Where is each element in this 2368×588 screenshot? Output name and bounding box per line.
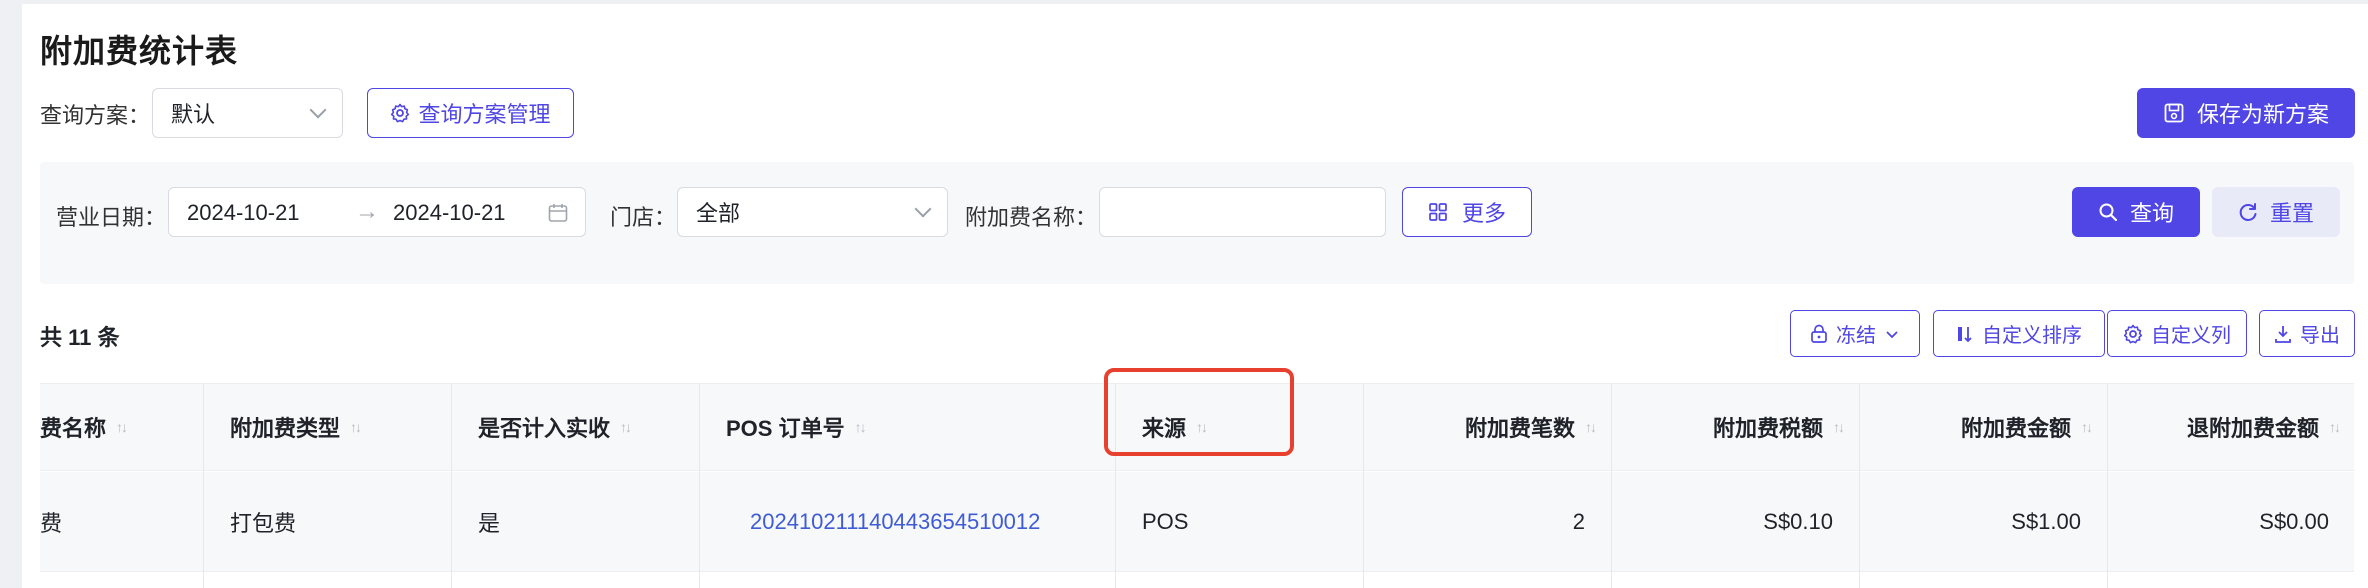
column-header-surcharge-name[interactable]: 费名称 ↑↓ (40, 383, 128, 471)
column-divider (451, 383, 452, 588)
sort-icon[interactable]: ↑↓ (855, 419, 867, 435)
save-new-scheme-button[interactable]: 保存为新方案 (2137, 88, 2355, 138)
cell-count-in-revenue: 是 (478, 511, 501, 536)
more-filters-button[interactable]: 更多 (1402, 187, 1532, 237)
gear-icon (2123, 324, 2143, 343)
scheme-select[interactable]: 默认 (152, 88, 343, 138)
reset-button[interactable]: 重置 (2212, 187, 2340, 237)
custom-sort-button[interactable]: 自定义排序 (1933, 310, 2105, 357)
sort-icon[interactable]: ↑↓ (1833, 419, 1845, 435)
scheme-manage-label: 查询方案管理 (418, 102, 551, 127)
store-select[interactable]: 全部 (677, 187, 948, 237)
column-divider (699, 383, 700, 588)
cell-source: POS (1142, 509, 1189, 534)
sort-icon[interactable]: ↑↓ (116, 419, 128, 435)
cell-surcharge-tax: S$0.10 (1763, 509, 1833, 534)
download-icon (2275, 325, 2291, 343)
chevron-down-icon (914, 200, 932, 218)
query-button[interactable]: 查询 (2072, 187, 2200, 237)
column-divider (1611, 383, 1612, 588)
sort-icon[interactable]: ↑↓ (350, 419, 362, 435)
cell-pos-order-link[interactable]: 20241021114044365451001​2 (750, 472, 1040, 572)
calendar-icon (548, 204, 568, 222)
custom-columns-label: 自定义列 (2151, 325, 2231, 347)
sort-icon[interactable]: ↑↓ (1585, 419, 1597, 435)
cell-refund-surcharge-amount: S$0.00 (2259, 509, 2329, 534)
column-header-pos-order-no[interactable]: POS 订单号 ↑↓ (726, 383, 867, 471)
export-label: 导出 (2300, 325, 2340, 347)
chevron-down-icon (309, 101, 327, 119)
column-header-surcharge-count[interactable]: 附加费笔数 ↑↓ (1465, 383, 1597, 471)
store-select-value: 全部 (696, 201, 741, 226)
top-gutter (22, 0, 2368, 4)
sort-icon[interactable]: ↑↓ (2081, 419, 2093, 435)
column-divider (2107, 383, 2108, 588)
reset-label: 重置 (2269, 201, 2314, 226)
surcharge-name-label: 附加费名称： (965, 205, 1098, 230)
freeze-dropdown-button[interactable]: 冻结 (1790, 310, 1920, 357)
lock-icon (1811, 324, 1827, 343)
search-icon (2099, 203, 2118, 222)
record-count: 共 11 条 (40, 325, 120, 350)
custom-sort-label: 自定义排序 (1982, 325, 2082, 347)
column-header-count-in-revenue[interactable]: 是否计入实收 ↑↓ (478, 383, 632, 471)
store-label: 门店： (610, 205, 677, 230)
highlight-annotation (1104, 368, 1294, 456)
freeze-label: 冻结 (1836, 325, 1876, 347)
sort-icon (1958, 326, 1972, 342)
column-header-surcharge-tax[interactable]: 附加费税额 ↑↓ (1713, 383, 1845, 471)
save-new-scheme-label: 保存为新方案 (2196, 102, 2329, 127)
business-date-range-picker[interactable]: 2024-10-21 → 2024-10-21 (168, 187, 586, 237)
business-date-label: 营业日期： (56, 205, 167, 230)
gear-icon (391, 103, 410, 123)
column-header-refund-surcharge-amount[interactable]: 退附加费金额 ↑↓ (2187, 383, 2341, 471)
export-button[interactable]: 导出 (2259, 310, 2355, 357)
chevron-down-icon (1886, 330, 1898, 338)
date-range-arrow: → (355, 198, 379, 225)
page-title: 附加费统计表 (40, 33, 239, 69)
save-icon (2164, 103, 2184, 123)
column-divider (203, 383, 204, 588)
cell-surcharge-name: 费 (40, 511, 63, 536)
scheme-manage-button[interactable]: 查询方案管理 (367, 88, 574, 138)
custom-columns-button[interactable]: 自定义列 (2107, 310, 2247, 357)
cell-surcharge-count: 2 (1572, 509, 1585, 534)
table-row (40, 472, 2354, 572)
refresh-icon (2239, 203, 2257, 221)
page: 附加费统计表 查询方案： 默认 查询方案管理 保存为新方案 营业日期： 2024… (0, 0, 2368, 588)
date-start: 2024-10-21 (187, 200, 300, 225)
cell-surcharge-type: 打包费 (230, 511, 297, 536)
table-row (40, 573, 2354, 588)
scheme-select-value: 默认 (171, 102, 216, 127)
column-divider (1363, 383, 1364, 588)
query-label: 查询 (2129, 201, 2174, 226)
column-header-surcharge-type[interactable]: 附加费类型 ↑↓ (230, 383, 362, 471)
more-filters-label: 更多 (1461, 201, 1506, 226)
surcharge-name-input[interactable] (1099, 187, 1386, 237)
grid-icon (1429, 203, 1447, 221)
date-end: 2024-10-21 (393, 200, 506, 225)
column-divider (1859, 383, 1860, 588)
sort-icon[interactable]: ↑↓ (620, 419, 632, 435)
left-gutter (0, 0, 22, 588)
cell-surcharge-amount: S$1.00 (2011, 509, 2081, 534)
scheme-label: 查询方案： (40, 103, 151, 128)
sort-icon[interactable]: ↑↓ (2329, 419, 2341, 435)
column-header-surcharge-amount[interactable]: 附加费金额 ↑↓ (1961, 383, 2093, 471)
